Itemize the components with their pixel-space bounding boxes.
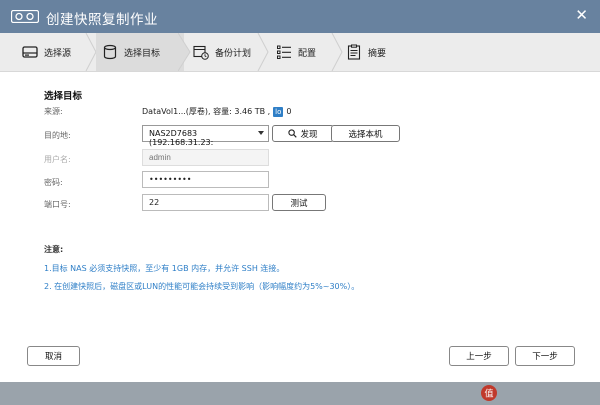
source-value: DataVol1...(厚卷), 容量: 3.46 TB , lo 0 xyxy=(142,107,292,117)
list-settings-icon xyxy=(277,45,291,59)
step-label: 摘要 xyxy=(368,48,387,59)
cancel-button[interactable]: 取消 xyxy=(27,346,80,366)
step-select-destination[interactable]: 选择目标 xyxy=(96,33,184,71)
port-label: 端口号: xyxy=(44,200,71,209)
destination-label: 目的地: xyxy=(44,131,71,140)
discover-label: 发现 xyxy=(300,129,318,140)
clipboard-icon xyxy=(347,44,361,60)
svg-text:值: 值 xyxy=(484,388,493,400)
step-label: 选择源 xyxy=(44,48,72,59)
select-local-button[interactable]: 选择本机 xyxy=(331,125,400,142)
snapshot-logo-icon xyxy=(11,10,39,23)
destination-select[interactable]: NAS2D7683 (192.168.31.23: xyxy=(142,125,269,147)
step-label: 选择目标 xyxy=(124,48,161,59)
step-configuration[interactable]: 配置 xyxy=(276,33,316,71)
database-icon xyxy=(103,44,117,60)
lun-count: 0 xyxy=(286,107,292,116)
snapshot-replication-dialog: 创建快照复制作业 ✕ 选择源 选择目标 备份计划 配置 摘要 选择目标 来源: … xyxy=(0,0,600,382)
discover-button[interactable]: 发现 xyxy=(272,125,334,142)
previous-button[interactable]: 上一步 xyxy=(449,346,509,366)
username-input[interactable] xyxy=(142,149,269,166)
disk-icon xyxy=(22,46,38,58)
test-button[interactable]: 测试 xyxy=(272,194,326,211)
notes-title: 注意: xyxy=(44,245,64,254)
close-icon[interactable]: ✕ xyxy=(575,6,588,24)
wizard-steps: 选择源 选择目标 备份计划 配置 摘要 xyxy=(0,33,600,72)
dialog-titlebar: 创建快照复制作业 ✕ xyxy=(0,0,600,33)
note-item: 1.目标 NAS 必须支持快照，至少有 1GB 内存，并允许 SSH 连接。 xyxy=(44,264,285,273)
section-title: 选择目标 xyxy=(44,91,83,102)
source-label: 来源: xyxy=(44,107,63,116)
port-input[interactable]: 22 xyxy=(142,194,269,211)
step-separator xyxy=(178,33,191,71)
password-label: 密码: xyxy=(44,178,63,187)
lun-badge: lo xyxy=(273,107,284,117)
next-button[interactable]: 下一步 xyxy=(515,346,575,366)
step-label: 备份计划 xyxy=(215,48,252,59)
step-backup-schedule[interactable]: 备份计划 xyxy=(193,33,251,71)
step-label: 配置 xyxy=(298,48,317,59)
note-item: 2. 在创建快照后，磁盘区或LUN的性能可能会持续受到影响（影响幅度约为5%~3… xyxy=(44,282,360,291)
step-separator xyxy=(257,33,269,71)
chevron-down-icon xyxy=(258,131,264,135)
destination-value: NAS2D7683 (192.168.31.23: xyxy=(149,129,214,147)
step-separator xyxy=(331,33,343,71)
step-select-source[interactable]: 选择源 xyxy=(22,33,71,71)
calendar-clock-icon xyxy=(193,45,209,60)
watermark-logo-icon: 值 xyxy=(481,385,497,401)
username-label: 用户名: xyxy=(44,155,71,164)
password-input[interactable]: ••••••••• xyxy=(142,171,269,188)
dialog-title: 创建快照复制作业 xyxy=(46,12,158,28)
search-icon xyxy=(288,129,298,138)
step-summary[interactable]: 摘要 xyxy=(346,33,386,71)
